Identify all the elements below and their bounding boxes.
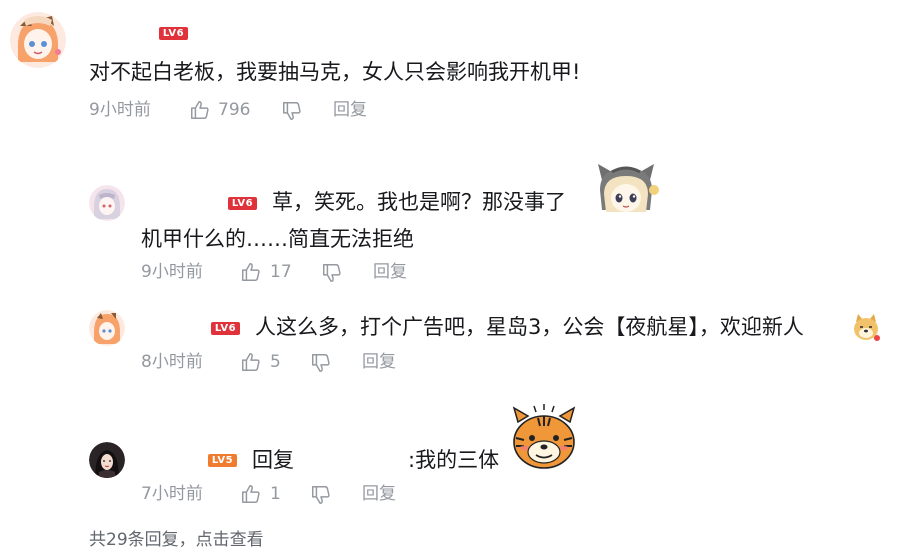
like-icon[interactable] — [240, 351, 262, 373]
dislike-icon[interactable] — [281, 100, 303, 122]
total-replies-text: 共29条回复， — [89, 530, 196, 550]
like-icon[interactable] — [189, 99, 211, 121]
reply-text: 机甲什么的……简直无法拒绝 — [141, 227, 414, 251]
level-badge: LV5 — [208, 454, 237, 467]
reply-text: 人这么多，打个广告吧，星岛3，公会【夜航星】，欢迎新人 — [255, 315, 804, 339]
comment-time: 9小时前 — [89, 100, 151, 120]
dislike-icon[interactable] — [310, 352, 332, 374]
reply-button[interactable]: 回复 — [362, 482, 396, 506]
avatar[interactable] — [89, 310, 125, 346]
level-badge: LV6 — [159, 27, 188, 40]
reply-text: 草，笑死。我也是啊？那没事了 — [272, 190, 566, 214]
total-replies: 共29条回复，点击查看 — [89, 528, 264, 552]
like-icon[interactable] — [240, 261, 262, 283]
comment-time: 7小时前 — [141, 484, 203, 504]
comment-text: 对不起白老板，我要抽马克，女人只会影响我开机甲! — [89, 60, 581, 84]
avatar[interactable] — [89, 185, 125, 221]
reply-text: :我的三体 — [408, 448, 500, 472]
doge-emoji-icon — [851, 312, 881, 342]
like-count: 5 — [270, 352, 281, 372]
tiger-sticker — [508, 404, 580, 472]
comment-time: 9小时前 — [141, 262, 203, 282]
avatar[interactable] — [10, 12, 66, 68]
like-icon[interactable] — [240, 483, 262, 505]
level-badge: LV6 — [211, 322, 240, 335]
dislike-icon[interactable] — [321, 262, 343, 284]
like-count: 17 — [270, 262, 292, 282]
avatar[interactable] — [89, 442, 125, 478]
reply-button[interactable]: 回复 — [373, 260, 407, 284]
comment-time: 8小时前 — [141, 352, 203, 372]
view-replies-link[interactable]: 点击查看 — [196, 530, 264, 550]
like-count: 796 — [218, 100, 251, 120]
cat-girl-sticker — [590, 160, 662, 218]
reply-button[interactable]: 回复 — [362, 350, 396, 374]
level-badge: LV6 — [228, 197, 257, 210]
like-count: 1 — [270, 484, 281, 504]
reply-prefix: 回复 — [252, 448, 294, 472]
comment-thread: LV6 对不起白老板，我要抽马克，女人只会影响我开机甲! 9小时前 796 回复… — [0, 0, 919, 554]
dislike-icon[interactable] — [310, 484, 332, 506]
reply-button[interactable]: 回复 — [333, 98, 367, 122]
